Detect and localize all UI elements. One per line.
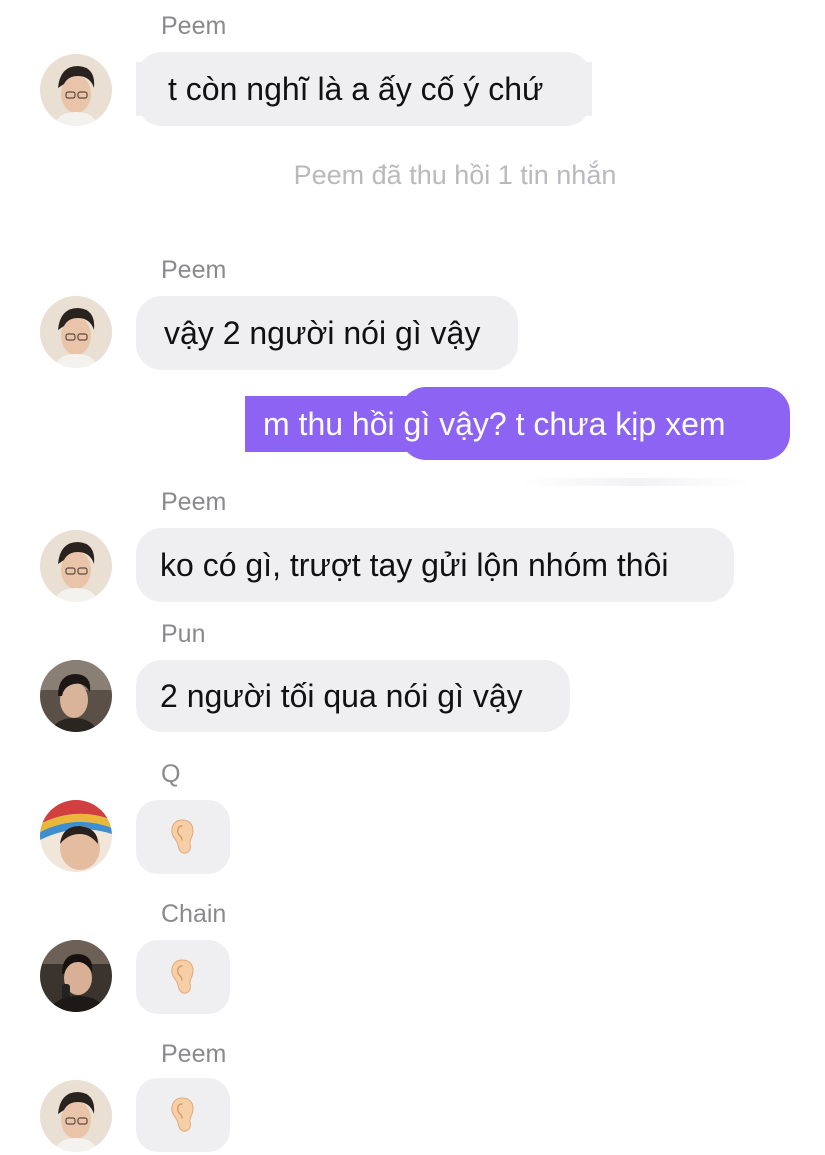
- outgoing-message-text: m thu hồi gì vậy? t chưa kịp xem: [263, 406, 726, 442]
- message-bubble[interactable]: 2 người tối qua nói gì vậy: [136, 660, 570, 732]
- avatar-peem[interactable]: [40, 530, 112, 602]
- avatar-peem[interactable]: [40, 1080, 112, 1152]
- message-bubble[interactable]: t còn nghĩ là a ấy cố ý chứ: [136, 52, 592, 126]
- chat-thread[interactable]: Peem t còn nghĩ là a ấy cố ý chứ Peem đã…: [0, 0, 825, 1155]
- message-bubble[interactable]: ko có gì, trượt tay gửi lộn nhóm thôi: [136, 528, 734, 602]
- avatar-peem-image: [40, 54, 112, 126]
- reaction-bubble[interactable]: [136, 800, 230, 874]
- reaction-bubble[interactable]: [136, 1078, 230, 1152]
- message-text: t còn nghĩ là a ấy cố ý chứ: [168, 71, 544, 107]
- decorative-divider: [520, 478, 750, 486]
- message-bubble[interactable]: vậy 2 người nói gì vậy: [136, 296, 518, 370]
- avatar-chain[interactable]: [40, 940, 112, 1012]
- outgoing-message[interactable]: m thu hồi gì vậy? t chưa kịp xem: [245, 396, 726, 452]
- sender-name: Chain: [161, 900, 227, 928]
- sender-name: Peem: [161, 256, 227, 284]
- message-text: vậy 2 người nói gì vậy: [164, 315, 481, 351]
- avatar-chain-image: [40, 940, 112, 1012]
- avatar-peem-image: [40, 296, 112, 368]
- avatar-q[interactable]: [40, 800, 112, 872]
- avatar-peem[interactable]: [40, 296, 112, 368]
- ear-emoji-icon: [171, 1097, 194, 1132]
- avatar-q-image: [40, 800, 112, 872]
- avatar-pun[interactable]: [40, 660, 112, 732]
- avatar-peem[interactable]: [40, 54, 112, 126]
- ear-emoji-icon: [171, 819, 194, 854]
- sender-name: Peem: [161, 1040, 227, 1068]
- sender-name: Peem: [161, 12, 227, 40]
- avatar-peem-image: [40, 1080, 112, 1152]
- ear-emoji-icon: [171, 959, 194, 994]
- message-text: ko có gì, trượt tay gửi lộn nhóm thôi: [160, 547, 669, 583]
- sender-name: Peem: [161, 488, 227, 516]
- sender-name: Pun: [161, 620, 206, 648]
- message-text: 2 người tối qua nói gì vậy: [160, 678, 523, 714]
- recall-notice: Peem đã thu hồi 1 tin nhắn: [293, 160, 617, 190]
- sender-name: Q: [161, 760, 181, 788]
- avatar-pun-image: [40, 660, 112, 732]
- avatar-peem-image: [40, 530, 112, 602]
- reaction-bubble[interactable]: [136, 940, 230, 1014]
